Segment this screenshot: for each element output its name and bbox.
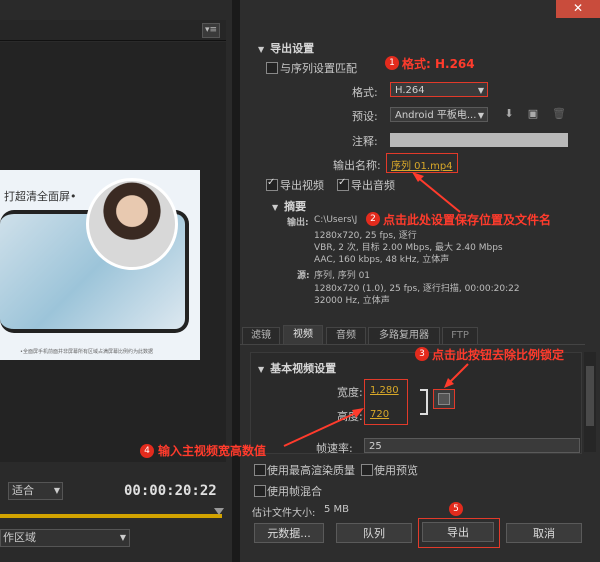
summary-output-path: C:\Users\J — [314, 215, 358, 225]
max-render-label: 使用最高渲染质量 — [267, 464, 355, 477]
format-dropdown[interactable]: H.264 ▼ — [390, 82, 488, 97]
annotation-badge-3: 3 — [415, 347, 429, 361]
source-range-dropdown[interactable]: 作区域 ▼ — [0, 529, 130, 547]
height-value[interactable]: 720 — [370, 409, 389, 420]
annotation-arrow-3 — [444, 363, 469, 388]
preset-label: 预设: — [352, 110, 378, 123]
tab-ftp[interactable]: FTP — [442, 327, 478, 345]
export-video-label: 导出视频 — [280, 179, 324, 192]
summary-source-line: 32000 Hz, 立体声 — [314, 296, 390, 306]
fit-dropdown[interactable]: 适合 ▼ — [8, 482, 63, 500]
timecode-display: 00:00:20:22 — [124, 483, 217, 499]
comments-label: 注释: — [352, 135, 378, 148]
person-avatar — [86, 178, 178, 270]
annotation-text-2: 点击此处设置保存位置及文件名 — [383, 213, 552, 227]
panel-divider[interactable] — [232, 0, 240, 562]
summary-output-label: 输出: — [287, 218, 309, 228]
summary-header[interactable]: ▼ 摘要 — [272, 198, 306, 214]
panel-menu-icon[interactable]: ▾≡ — [202, 23, 220, 38]
tab-divider — [240, 344, 585, 345]
scrollbar-thumb[interactable] — [586, 366, 594, 426]
match-sequence-checkbox[interactable] — [266, 62, 278, 74]
annotation-badge-5: 5 — [449, 502, 463, 516]
chevron-down-icon: ▼ — [477, 86, 484, 95]
tab-filters[interactable]: 滤镜 — [242, 327, 280, 345]
preview-headline: 打超清全面屏• — [4, 190, 77, 203]
link-bracket-icon — [420, 389, 428, 415]
max-render-checkbox[interactable] — [254, 464, 266, 476]
tab-multiplexer[interactable]: 多路复用器 — [368, 327, 440, 345]
export-audio-label: 导出音频 — [351, 179, 395, 192]
preview-footnote: •全面屏手机前面并非屏幕所有区域占满屏幕比例约为此数据 — [20, 349, 153, 355]
save-preset-icon[interactable]: ⬇ — [503, 108, 515, 120]
preview-header-bar: ▾≡ — [0, 20, 226, 41]
fit-dropdown-value: 适合 — [12, 484, 34, 497]
export-audio-checkbox[interactable] — [337, 177, 349, 191]
annotation-arrow-4 — [283, 408, 364, 447]
frame-blend-label: 使用帧混合 — [267, 485, 322, 498]
chevron-down-icon: ▼ — [119, 533, 126, 542]
tab-video[interactable]: 视频 — [283, 325, 323, 345]
delete-preset-icon[interactable]: 🗑 — [552, 108, 566, 120]
comments-input[interactable] — [390, 133, 568, 147]
format-value: H.264 — [395, 85, 425, 96]
summary-output-line: AAC, 160 kbps, 48 kHz, 立体声 — [314, 255, 450, 265]
metadata-button[interactable]: 元数据... — [254, 523, 324, 543]
preview-frame-image: 打超清全面屏• •全面屏手机前面并非屏幕所有区域占满屏幕比例约为此数据 — [0, 170, 200, 360]
frame-blend-checkbox[interactable] — [254, 485, 266, 497]
basic-video-header[interactable]: ▼ 基本视频设置 — [258, 360, 336, 376]
format-label: 格式: — [352, 86, 378, 99]
tab-audio[interactable]: 音频 — [326, 327, 366, 345]
source-range-value: 作区域 — [3, 531, 36, 544]
preset-dropdown[interactable]: Android 平板电... ▼ — [390, 107, 488, 122]
import-preset-icon[interactable]: ▣ — [527, 108, 539, 120]
file-size-value: 5 MB — [324, 504, 350, 515]
triangle-down-icon: ▼ — [258, 45, 265, 54]
timeline-range — [0, 514, 222, 518]
export-settings-header[interactable]: ▼ 导出设置 — [258, 40, 314, 56]
annotation-text-1: 格式: H.264 — [402, 57, 475, 71]
triangle-down-icon: ▼ — [272, 203, 279, 212]
preset-value: Android 平板电... — [395, 110, 477, 121]
basic-video-title: 基本视频设置 — [270, 362, 337, 375]
width-label: 宽度: — [337, 386, 363, 399]
constrain-proportions-button[interactable] — [433, 389, 455, 409]
annotation-text-4: 输入主视频宽高数值 — [158, 444, 267, 458]
match-sequence-label: 与序列设置匹配 — [280, 62, 357, 75]
export-button[interactable]: 导出 — [422, 522, 494, 542]
width-value[interactable]: 1,280 — [370, 385, 399, 396]
annotation-badge-2: 2 — [366, 212, 380, 226]
playhead-icon[interactable] — [214, 508, 224, 515]
export-settings-title: 导出设置 — [270, 42, 315, 55]
export-video-checkbox[interactable] — [266, 177, 278, 191]
framerate-dropdown[interactable]: 25 — [364, 438, 580, 453]
annotation-badge-1: 1 — [385, 56, 399, 70]
use-preview-label: 使用预览 — [374, 464, 418, 477]
framerate-value: 25 — [369, 441, 382, 452]
file-size-label: 估计文件大小: — [252, 508, 316, 519]
use-preview-checkbox[interactable] — [361, 464, 373, 476]
output-name-label: 输出名称: — [333, 159, 381, 172]
queue-button[interactable]: 队列 — [336, 523, 412, 543]
settings-scrollbar[interactable] — [584, 352, 596, 452]
close-button[interactable]: ✕ — [556, 0, 600, 18]
cancel-button[interactable]: 取消 — [506, 523, 582, 543]
chevron-down-icon: ▼ — [477, 111, 484, 120]
triangle-down-icon: ▼ — [258, 365, 265, 374]
annotation-badge-4: 4 — [140, 444, 154, 458]
summary-title: 摘要 — [284, 200, 307, 213]
chain-icon — [438, 393, 450, 405]
summary-source-label: 源: — [297, 271, 310, 281]
chevron-down-icon: ▼ — [53, 486, 60, 495]
summary-source-name: 序列, 序列 01 — [314, 271, 371, 281]
